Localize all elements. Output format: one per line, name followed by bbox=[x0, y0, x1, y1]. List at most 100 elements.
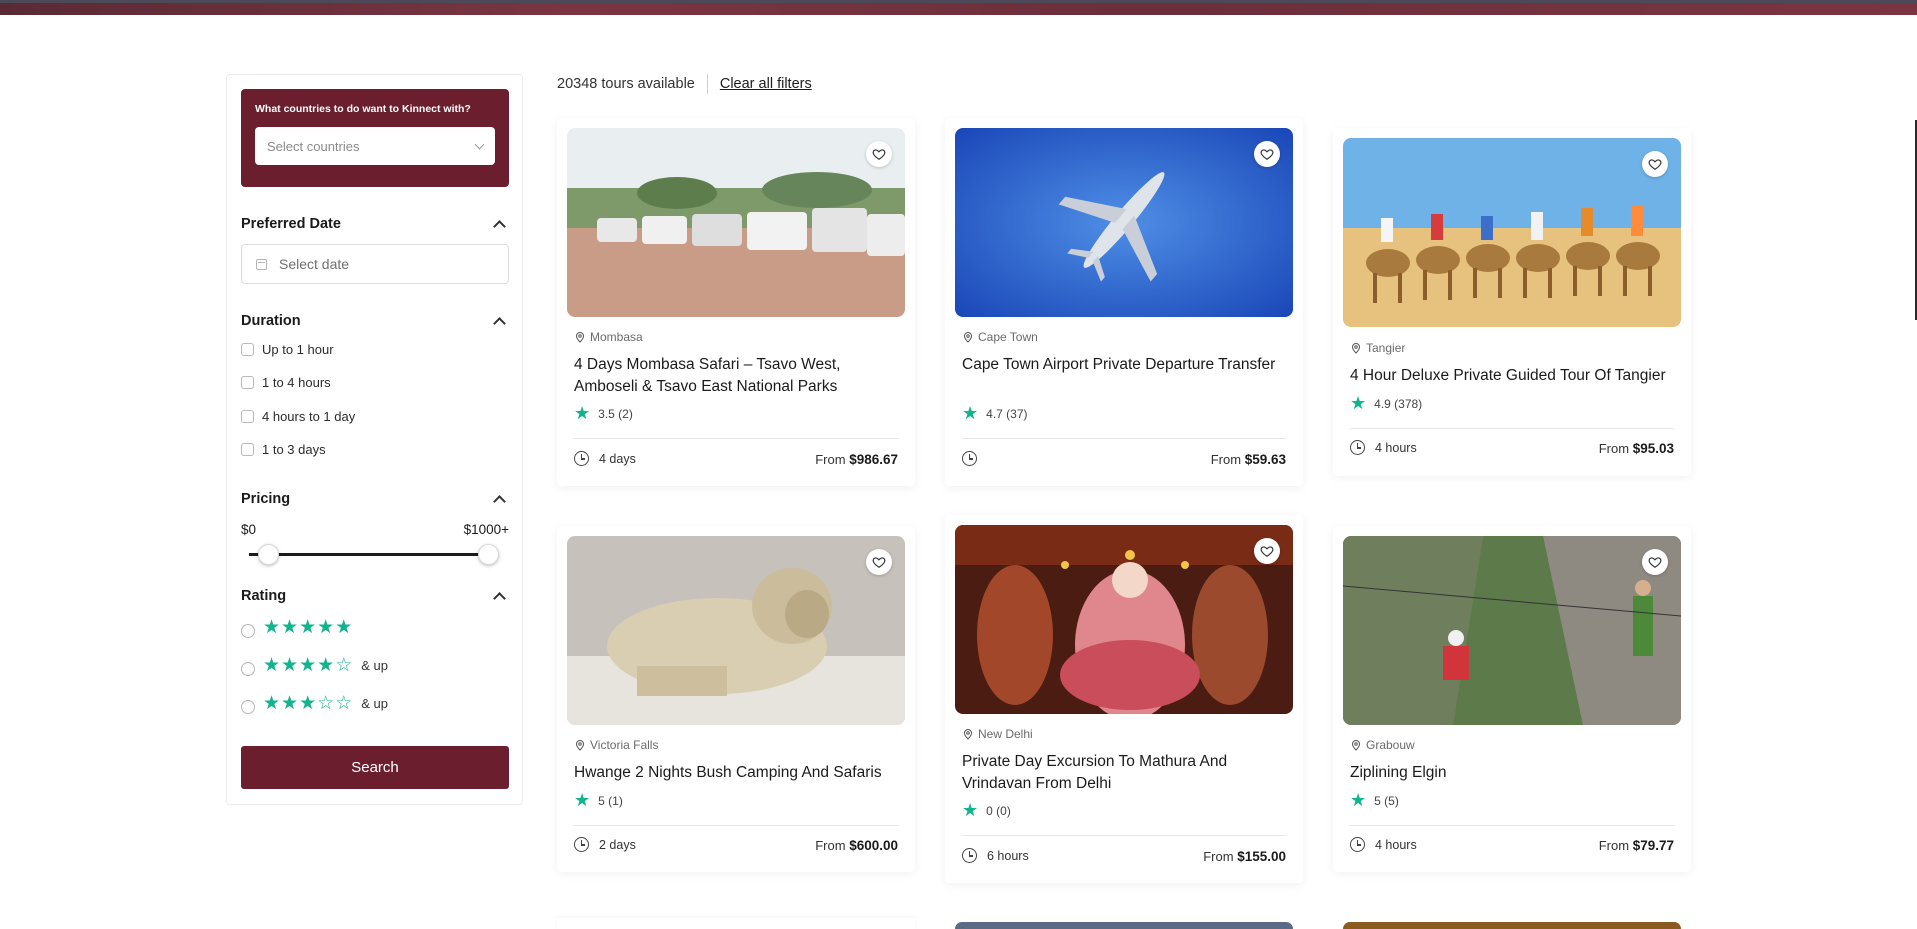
favorite-button[interactable] bbox=[1642, 549, 1668, 575]
chevron-up-icon[interactable] bbox=[493, 495, 506, 508]
tour-image-partial[interactable] bbox=[955, 922, 1293, 929]
favorite-button[interactable] bbox=[866, 549, 892, 575]
radio-button[interactable] bbox=[241, 662, 255, 676]
duration-section-title: Duration bbox=[241, 313, 301, 329]
rating-section-header[interactable]: Rating bbox=[241, 588, 509, 605]
tour-image[interactable] bbox=[955, 128, 1293, 317]
tour-title[interactable]: Hwange 2 Nights Bush Camping And Safaris bbox=[574, 762, 904, 784]
price-slider-min-handle[interactable] bbox=[258, 544, 279, 565]
location-pin-icon bbox=[575, 332, 585, 343]
favorite-button[interactable] bbox=[1254, 538, 1280, 564]
countries-question: What countries to do want to Kinnect wit… bbox=[255, 103, 471, 115]
chevron-up-icon[interactable] bbox=[493, 317, 506, 330]
checkbox[interactable] bbox=[241, 410, 254, 423]
price-slider-max-handle[interactable] bbox=[478, 544, 499, 565]
radio-button[interactable] bbox=[241, 700, 255, 714]
date-placeholder: Select date bbox=[279, 256, 350, 272]
date-section-header[interactable]: Preferred Date bbox=[241, 216, 509, 233]
tour-title[interactable]: Private Day Excursion To Mathura And Vri… bbox=[962, 751, 1292, 795]
star-icon: ★ bbox=[1350, 393, 1367, 413]
radio-button[interactable] bbox=[241, 624, 255, 638]
rating-option-4[interactable]: ★ ★ ★ ★ ☆ & up bbox=[241, 654, 388, 676]
tour-rating: ★ 4.7 (37) bbox=[962, 403, 1028, 423]
clear-filters-link[interactable]: Clear all filters bbox=[720, 76, 812, 92]
favorite-button[interactable] bbox=[1642, 151, 1668, 177]
clock-icon bbox=[574, 451, 589, 466]
tour-duration bbox=[962, 451, 987, 466]
tour-card[interactable]: Grabouw Ziplining Elgin ★ 5 (5) 4 hours F… bbox=[1333, 526, 1691, 872]
tour-price: From $79.77 bbox=[1598, 838, 1674, 853]
star-icon: ★ bbox=[962, 403, 979, 423]
divider bbox=[1350, 825, 1674, 826]
clock-icon bbox=[1350, 440, 1365, 455]
tour-image[interactable] bbox=[567, 536, 905, 725]
duration-option[interactable]: 4 hours to 1 day bbox=[241, 409, 355, 424]
tour-card[interactable]: Victoria Falls Hwange 2 Nights Bush Camp… bbox=[557, 526, 915, 872]
favorite-button[interactable] bbox=[1254, 141, 1280, 167]
tour-duration: 4 hours bbox=[1350, 837, 1417, 852]
tour-title[interactable]: 4 Days Mombasa Safari – Tsavo West, Ambo… bbox=[574, 354, 904, 398]
tour-rating: ★ 4.9 (378) bbox=[1350, 393, 1423, 413]
tour-card[interactable]: Tangier 4 Hour Deluxe Private Guided Tou… bbox=[1333, 128, 1691, 476]
tour-card-partial[interactable] bbox=[557, 918, 915, 929]
price-slider-track[interactable] bbox=[249, 553, 493, 556]
pricing-section-header[interactable]: Pricing bbox=[241, 491, 509, 508]
rating-option-5[interactable]: ★ ★ ★ ★ ★ bbox=[241, 616, 353, 638]
tour-rating: ★ 3.5 (2) bbox=[574, 403, 633, 423]
results-count: 20348 tours available bbox=[557, 76, 695, 92]
divider bbox=[962, 835, 1286, 836]
checkbox[interactable] bbox=[241, 343, 254, 356]
tour-card[interactable]: Mombasa 4 Days Mombasa Safari – Tsavo We… bbox=[557, 118, 915, 486]
heart-icon bbox=[872, 149, 886, 160]
checkbox[interactable] bbox=[241, 376, 254, 389]
star-icon: ★ bbox=[574, 790, 591, 810]
tour-rating: ★ 5 (1) bbox=[574, 790, 623, 810]
tour-location: Tangier bbox=[1350, 341, 1405, 355]
tour-location: Grabouw bbox=[1350, 738, 1415, 752]
rating-section-title: Rating bbox=[241, 588, 287, 604]
chevron-up-icon[interactable] bbox=[493, 592, 506, 605]
star-rating: ★ ★ ★ ★ ★ bbox=[263, 616, 353, 638]
duration-option-label: 1 to 3 days bbox=[262, 442, 326, 457]
duration-section-header[interactable]: Duration bbox=[241, 313, 509, 330]
pricing-section-title: Pricing bbox=[241, 491, 291, 507]
date-section-title: Preferred Date bbox=[241, 216, 341, 232]
duration-option[interactable]: Up to 1 hour bbox=[241, 342, 334, 357]
duration-option-label: 4 hours to 1 day bbox=[262, 409, 356, 424]
chevron-up-icon[interactable] bbox=[493, 220, 506, 233]
tour-image[interactable] bbox=[955, 525, 1293, 714]
star-rating: ★ ★ ★ ☆ ☆ bbox=[263, 692, 353, 714]
duration-option[interactable]: 1 to 3 days bbox=[241, 442, 326, 457]
heart-icon bbox=[1648, 557, 1662, 568]
clock-icon bbox=[1350, 837, 1365, 852]
tour-image[interactable] bbox=[567, 128, 905, 317]
search-button[interactable]: Search bbox=[241, 746, 509, 789]
tour-image[interactable] bbox=[1343, 536, 1681, 725]
duration-option[interactable]: 1 to 4 hours bbox=[241, 375, 331, 390]
chevron-down-icon bbox=[474, 139, 485, 149]
tour-image-partial[interactable] bbox=[1343, 922, 1681, 929]
checkbox[interactable] bbox=[241, 443, 254, 456]
tour-price: From $600.00 bbox=[815, 838, 898, 853]
clock-icon bbox=[962, 451, 977, 466]
heart-icon bbox=[872, 557, 886, 568]
location-pin-icon bbox=[1351, 740, 1361, 751]
rating-option-3[interactable]: ★ ★ ★ ☆ ☆ & up bbox=[241, 692, 388, 714]
tour-title[interactable]: Cape Town Airport Private Departure Tran… bbox=[962, 354, 1292, 376]
favorite-button[interactable] bbox=[866, 141, 892, 167]
tour-price: From $95.03 bbox=[1598, 441, 1674, 456]
countries-select[interactable]: Select countries bbox=[255, 127, 495, 165]
tour-image[interactable] bbox=[1343, 138, 1681, 327]
location-pin-icon bbox=[963, 729, 973, 740]
tour-title[interactable]: Ziplining Elgin bbox=[1350, 762, 1680, 784]
tour-card[interactable]: Cape Town Cape Town Airport Private Depa… bbox=[945, 118, 1303, 486]
tour-location: Cape Town bbox=[962, 330, 1038, 344]
tour-title[interactable]: 4 Hour Deluxe Private Guided Tour Of Tan… bbox=[1350, 365, 1680, 387]
clock-icon bbox=[574, 837, 589, 852]
tour-duration: 4 days bbox=[574, 451, 636, 466]
tour-card[interactable]: New Delhi Private Day Excursion To Mathu… bbox=[945, 515, 1303, 883]
tour-price: From $155.00 bbox=[1203, 849, 1286, 864]
date-picker-input[interactable]: Select date bbox=[241, 244, 509, 284]
location-pin-icon bbox=[575, 740, 585, 751]
star-icon: ★ bbox=[574, 403, 591, 423]
